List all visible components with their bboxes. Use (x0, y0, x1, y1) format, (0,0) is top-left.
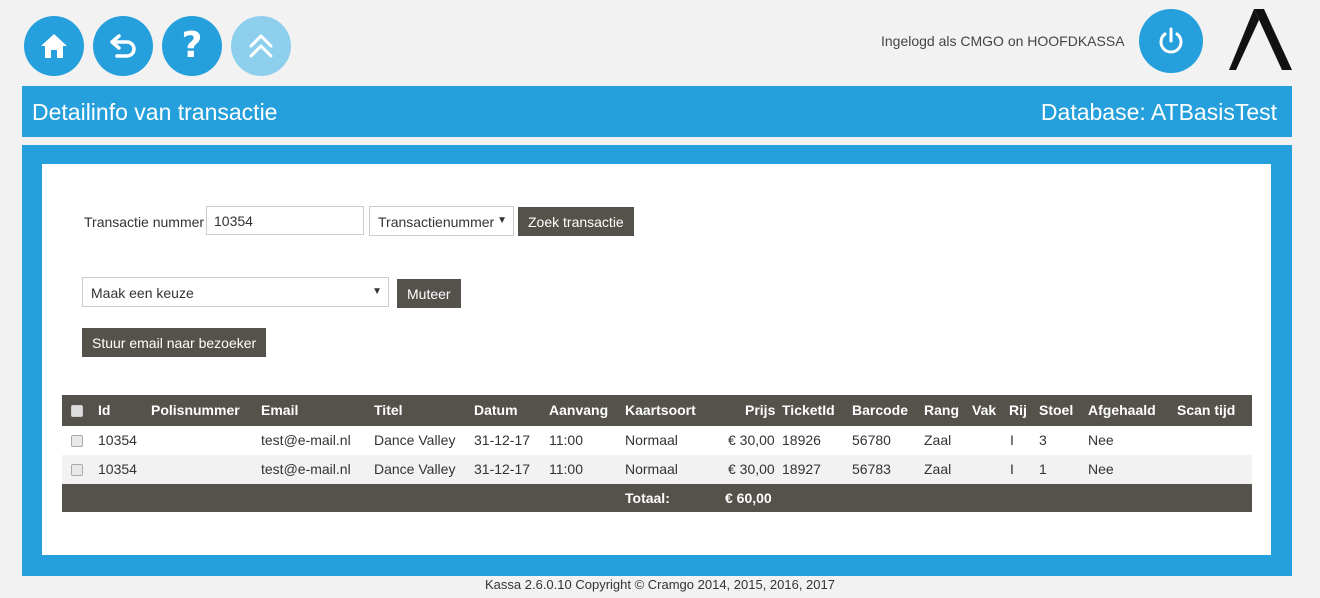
cell-afgehaald: Nee (1088, 432, 1114, 448)
email-visitor-button[interactable]: Stuur email naar bezoeker (82, 328, 267, 357)
cell-rang: Zaal (924, 432, 952, 448)
select-all-checkbox[interactable] (71, 405, 83, 417)
cell-rij: I (1010, 432, 1014, 448)
col-id: Id (98, 402, 111, 418)
mutate-button[interactable]: Muteer (397, 279, 461, 308)
col-polisnummer: Polisnummer (151, 402, 240, 418)
home-button[interactable] (24, 16, 84, 76)
col-stoel: Stoel (1039, 402, 1074, 418)
cell-kaartsoort: Normaal (625, 432, 678, 448)
cell-datum: 31-12-17 (474, 432, 531, 448)
page-title: Detailinfo van transactie (32, 99, 278, 125)
col-vak: Vak (972, 402, 997, 418)
row-checkbox[interactable] (71, 435, 83, 447)
total-value: € 60,00 (725, 490, 772, 506)
col-kaartsoort: Kaartsoort (625, 402, 696, 418)
dropdown-arrow-icon: ▼ (372, 286, 382, 297)
cell-stoel: 3 (1039, 432, 1047, 448)
cell-barcode: 56780 (852, 432, 891, 448)
col-afgehaald: Afgehaald (1088, 402, 1156, 418)
cell-datum: 31-12-17 (474, 461, 531, 477)
col-scantijd: Scan tijd (1177, 402, 1236, 418)
col-email: Email (261, 402, 299, 418)
col-rij: Rij (1009, 402, 1027, 418)
col-barcode: Barcode (852, 402, 909, 418)
brand-logo (1229, 9, 1292, 70)
table-total-row: Totaal: € 60,00 (62, 484, 1252, 512)
table-row[interactable]: 10354 test@e-mail.nl Dance Valley 31-12-… (62, 426, 1252, 455)
content-frame: Transactie nummer Transactienummer ▼ Zoe… (22, 145, 1292, 576)
search-transaction-button[interactable]: Zoek transactie (518, 207, 634, 236)
cell-prijs: € 30,00 (728, 432, 775, 448)
content-panel: Transactie nummer Transactienummer ▼ Zoe… (42, 164, 1271, 555)
footer-copyright: Kassa 2.6.0.10 Copyright © Cramgo 2014, … (485, 577, 835, 592)
transaction-number-input[interactable] (206, 206, 364, 235)
scroll-up-button[interactable] (231, 16, 291, 76)
cell-afgehaald: Nee (1088, 461, 1114, 477)
cell-titel: Dance Valley (374, 432, 456, 448)
action-selected: Maak een keuze (91, 285, 194, 301)
cell-aanvang: 11:00 (549, 461, 583, 477)
transaction-number-label: Transactie nummer (84, 214, 205, 230)
logged-in-status: Ingelogd als CMGO on HOOFDKASSA (881, 33, 1125, 49)
cell-id: 10354 (98, 461, 137, 477)
undo-arrow-icon (110, 34, 136, 58)
double-chevron-up-icon (249, 34, 273, 58)
total-label: Totaal: (625, 490, 670, 506)
transaction-table: Id Polisnummer Email Titel Datum Aanvang… (62, 395, 1252, 512)
cell-stoel: 1 (1039, 461, 1047, 477)
cell-email: test@e-mail.nl (261, 461, 351, 477)
search-type-select[interactable]: Transactienummer ▼ (369, 206, 514, 236)
cell-id: 10354 (98, 432, 137, 448)
cell-email: test@e-mail.nl (261, 432, 351, 448)
col-titel: Titel (374, 402, 403, 418)
table-row[interactable]: 10354 test@e-mail.nl Dance Valley 31-12-… (62, 455, 1252, 484)
dropdown-arrow-icon: ▼ (497, 215, 507, 226)
cell-rij: I (1010, 461, 1014, 477)
col-ticketid: TicketId (782, 402, 835, 418)
table-header-row: Id Polisnummer Email Titel Datum Aanvang… (62, 395, 1252, 426)
top-bar: ? Ingelogd als CMGO on HOOFDKASSA (0, 0, 1320, 84)
search-type-selected: Transactienummer (378, 214, 495, 230)
cell-titel: Dance Valley (374, 461, 456, 477)
cell-kaartsoort: Normaal (625, 461, 678, 477)
col-rang: Rang (924, 402, 959, 418)
cell-prijs: € 30,00 (728, 461, 775, 477)
back-button[interactable] (93, 16, 153, 76)
cell-barcode: 56783 (852, 461, 891, 477)
action-select[interactable]: Maak een keuze ▼ (82, 277, 389, 307)
cell-ticketid: 18926 (782, 432, 821, 448)
cell-rang: Zaal (924, 461, 952, 477)
help-button[interactable]: ? (162, 16, 222, 76)
col-datum: Datum (474, 402, 518, 418)
power-icon (1159, 27, 1183, 54)
logout-button[interactable] (1139, 9, 1203, 73)
question-mark-icon: ? (181, 25, 203, 66)
cell-aanvang: 11:00 (549, 432, 583, 448)
col-aanvang: Aanvang (549, 402, 609, 418)
page-header: Detailinfo van transactie Database: ATBa… (22, 86, 1292, 137)
database-label: Database: ATBasisTest (1040, 99, 1277, 125)
cell-ticketid: 18927 (782, 461, 821, 477)
row-checkbox[interactable] (71, 464, 83, 476)
home-icon (41, 34, 67, 58)
col-prijs: Prijs (745, 402, 776, 418)
